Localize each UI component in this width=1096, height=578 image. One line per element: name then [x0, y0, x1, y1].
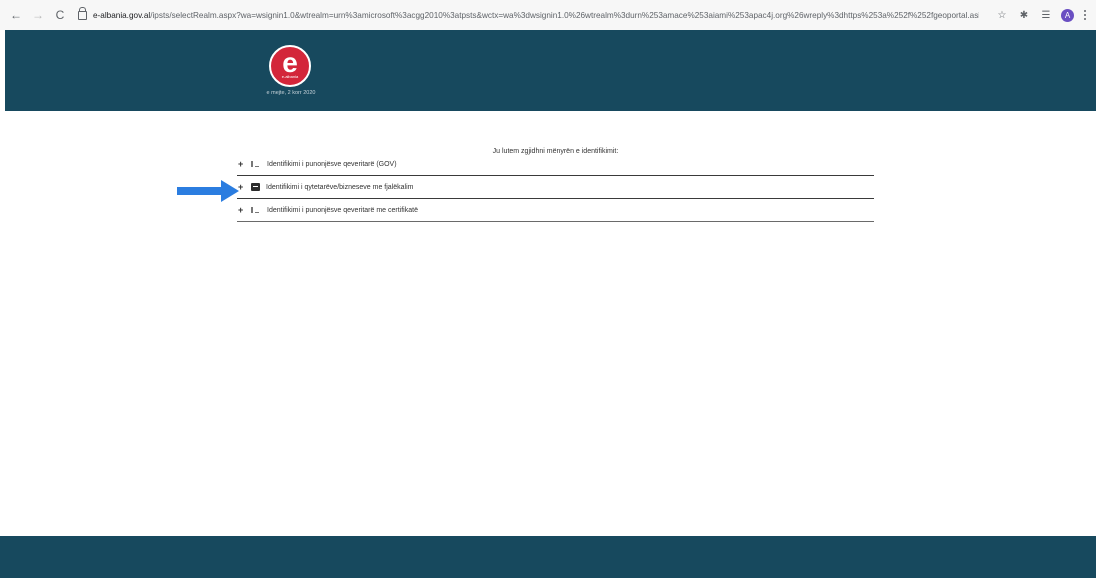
e-albania-logo[interactable]: e e-albania — [269, 45, 311, 87]
certificate-icon — [251, 206, 261, 214]
option-gov-employees[interactable]: + Identifikimi i punonjësve qeveritarë (… — [237, 153, 874, 176]
url-path: /ipsts/selectRealm.aspx?wa=wsignin1.0&wt… — [150, 10, 979, 20]
browser-toolbar: ← → C e-albania.gov.al/ipsts/selectRealm… — [0, 0, 1096, 30]
logo-subtext: e-albania — [281, 73, 299, 79]
back-arrow-icon[interactable]: ← — [8, 7, 24, 23]
reading-list-icon[interactable]: ☰ — [1039, 8, 1053, 22]
reload-icon[interactable]: C — [52, 7, 68, 23]
browser-menu-icon[interactable] — [1082, 8, 1088, 22]
option-label: Identifikimi i qytetarëve/bizneseve me f… — [266, 183, 414, 191]
extensions-icon[interactable]: ✱ — [1017, 8, 1031, 22]
url-text[interactable]: e-albania.gov.al/ipsts/selectRealm.aspx?… — [93, 11, 979, 20]
url-domain: e-albania.gov.al — [93, 10, 151, 20]
profile-avatar[interactable]: A — [1061, 8, 1074, 22]
site-footer — [0, 536, 1096, 578]
browser-actions: ☆ ✱ ☰ A — [987, 8, 1088, 22]
address-bar[interactable]: e-albania.gov.al/ipsts/selectRealm.aspx?… — [78, 5, 979, 25]
header-date: e mejte, 2 korr 2020 — [266, 90, 316, 96]
site-header: e e-albania e mejte, 2 korr 2020 — [5, 30, 1096, 111]
bookmark-star-icon[interactable]: ☆ — [995, 8, 1009, 22]
option-gov-certificate[interactable]: + Identifikimi i punonjësve qeveritarë m… — [237, 199, 874, 222]
expand-plus-icon[interactable]: + — [238, 159, 246, 169]
gov-icon — [251, 160, 261, 168]
logo-letter: e — [282, 46, 298, 78]
identification-options: + Identifikimi i punonjësve qeveritarë (… — [237, 153, 874, 222]
lock-icon[interactable] — [78, 6, 87, 20]
option-citizens-password[interactable]: + Identifikimi i qytetarëve/bizneseve me… — [237, 176, 874, 199]
expand-plus-icon[interactable]: + — [238, 182, 246, 192]
option-label: Identifikimi i punonjësve qeveritarë (GO… — [267, 160, 397, 168]
expand-plus-icon[interactable]: + — [238, 205, 246, 215]
forward-arrow-icon[interactable]: → — [30, 7, 46, 23]
pointer-arrow-icon — [177, 180, 239, 202]
password-icon — [251, 183, 260, 191]
option-label: Identifikimi i punonjësve qeveritarë me … — [267, 206, 418, 214]
